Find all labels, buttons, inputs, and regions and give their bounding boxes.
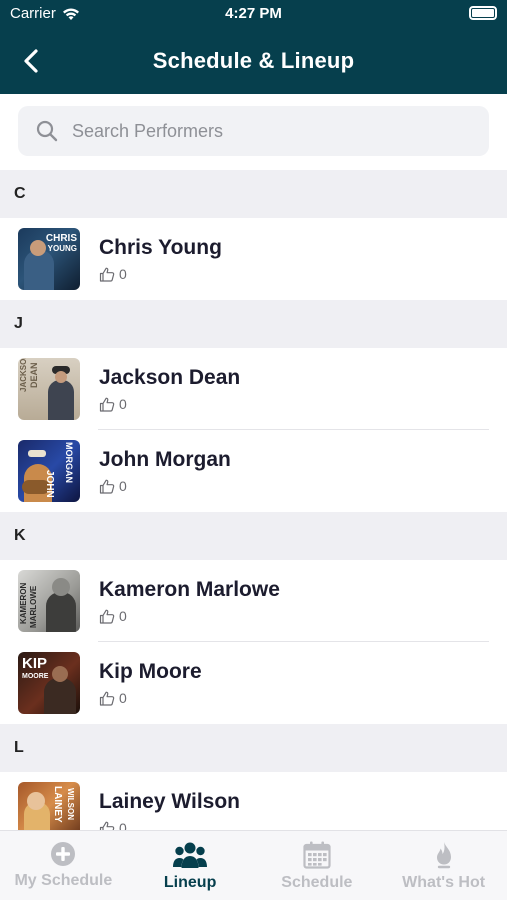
performer-name: Kameron Marlowe: [99, 578, 280, 601]
thumb-text: JACKSON: [19, 358, 28, 392]
section-header-k: K: [0, 512, 507, 560]
like-count[interactable]: 0: [99, 266, 222, 282]
section-header-c: C: [0, 170, 507, 218]
tab-whats-hot[interactable]: What's Hot: [380, 831, 507, 900]
thumb-text: JOHN: [44, 470, 55, 498]
plus-circle-icon: [51, 842, 76, 866]
performer-name: Lainey Wilson: [99, 790, 241, 813]
performer-row-kameron-marlowe[interactable]: KAMERON MARLOWE Kameron Marlowe 0: [0, 560, 507, 642]
thumbs-up-icon: [99, 397, 115, 412]
like-count[interactable]: 0: [99, 478, 231, 494]
search-input[interactable]: [72, 120, 472, 142]
like-count[interactable]: 0: [99, 396, 240, 412]
like-count[interactable]: 0: [99, 608, 280, 624]
section-header-j: J: [0, 300, 507, 348]
status-time: 4:27 PM: [225, 5, 282, 22]
status-bar: Carrier 4:27 PM: [0, 0, 507, 28]
thumb-text: KAMERON: [19, 582, 28, 624]
tab-label: My Schedule: [14, 872, 113, 889]
tab-label: Lineup: [163, 874, 217, 891]
performer-photo: KAMERON MARLOWE: [18, 570, 80, 632]
thumb-text: DEAN: [29, 362, 39, 388]
like-count-value: 0: [119, 608, 127, 624]
like-count-value: 0: [119, 478, 127, 494]
thumbs-up-icon: [99, 479, 115, 494]
thumbs-up-icon: [99, 267, 115, 282]
thumb-text: CHRIS: [45, 233, 77, 244]
flame-icon: [436, 842, 451, 869]
tab-my-schedule[interactable]: My Schedule: [0, 831, 127, 900]
performer-list[interactable]: C CHRIS YOUNG Chris Young 0 J JACKSON DE…: [0, 170, 507, 830]
thumb-text: LAINEY: [52, 786, 63, 823]
search-field[interactable]: [18, 106, 489, 156]
performer-name: Jackson Dean: [99, 366, 241, 389]
performer-name: Kip Moore: [99, 660, 202, 683]
performer-photo: LAINEY WILSON: [18, 782, 80, 830]
performer-row-john-morgan[interactable]: JOHN MORGAN John Morgan 0: [0, 430, 507, 512]
search-container: [0, 94, 507, 170]
thumb-text: YOUNG: [47, 244, 77, 253]
page-title: Schedule & Lineup: [152, 48, 355, 73]
search-icon: [36, 120, 58, 142]
tab-bar: My Schedule Lineup Schedule What's Hot: [0, 830, 507, 900]
performer-row-jackson-dean[interactable]: JACKSON DEAN Jackson Dean 0: [0, 348, 507, 430]
performer-photo: CHRIS YOUNG: [18, 228, 80, 290]
like-count-value: 0: [119, 396, 127, 412]
performer-row-kip-moore[interactable]: KIP MOORE Kip Moore 0: [0, 642, 507, 724]
thumb-text: KIP: [22, 655, 48, 672]
like-count[interactable]: 0: [99, 690, 202, 706]
performer-name: John Morgan: [99, 448, 231, 471]
thumbs-up-icon: [99, 691, 115, 706]
performer-row-lainey-wilson[interactable]: LAINEY WILSON Lainey Wilson 0: [0, 772, 507, 830]
battery-icon: [469, 6, 497, 20]
thumbs-up-icon: [99, 821, 115, 830]
thumb-text: MORGAN: [64, 442, 74, 483]
tab-schedule[interactable]: Schedule: [254, 831, 381, 900]
nav-bar: Schedule & Lineup: [0, 28, 507, 94]
like-count-value: 0: [119, 266, 127, 282]
performer-name: Chris Young: [99, 236, 222, 259]
performer-photo: KIP MOORE: [18, 652, 80, 714]
tab-label: Schedule: [281, 874, 353, 891]
tab-label: What's Hot: [402, 874, 486, 891]
section-header-l: L: [0, 724, 507, 772]
performer-row-chris-young[interactable]: CHRIS YOUNG Chris Young 0: [0, 218, 507, 300]
like-count-value: 0: [119, 690, 127, 706]
like-count[interactable]: 0: [99, 820, 240, 830]
thumb-text: MOORE: [22, 673, 49, 680]
thumb-text: WILSON: [66, 788, 75, 820]
performer-photo: JOHN MORGAN: [18, 440, 80, 502]
thumb-text: MARLOWE: [29, 585, 38, 628]
performer-photo: JACKSON DEAN: [18, 358, 80, 420]
like-count-value: 0: [119, 820, 127, 830]
tab-lineup[interactable]: Lineup: [127, 831, 254, 900]
thumbs-up-icon: [99, 609, 115, 624]
people-icon: [173, 842, 208, 868]
calendar-icon: [303, 841, 331, 869]
